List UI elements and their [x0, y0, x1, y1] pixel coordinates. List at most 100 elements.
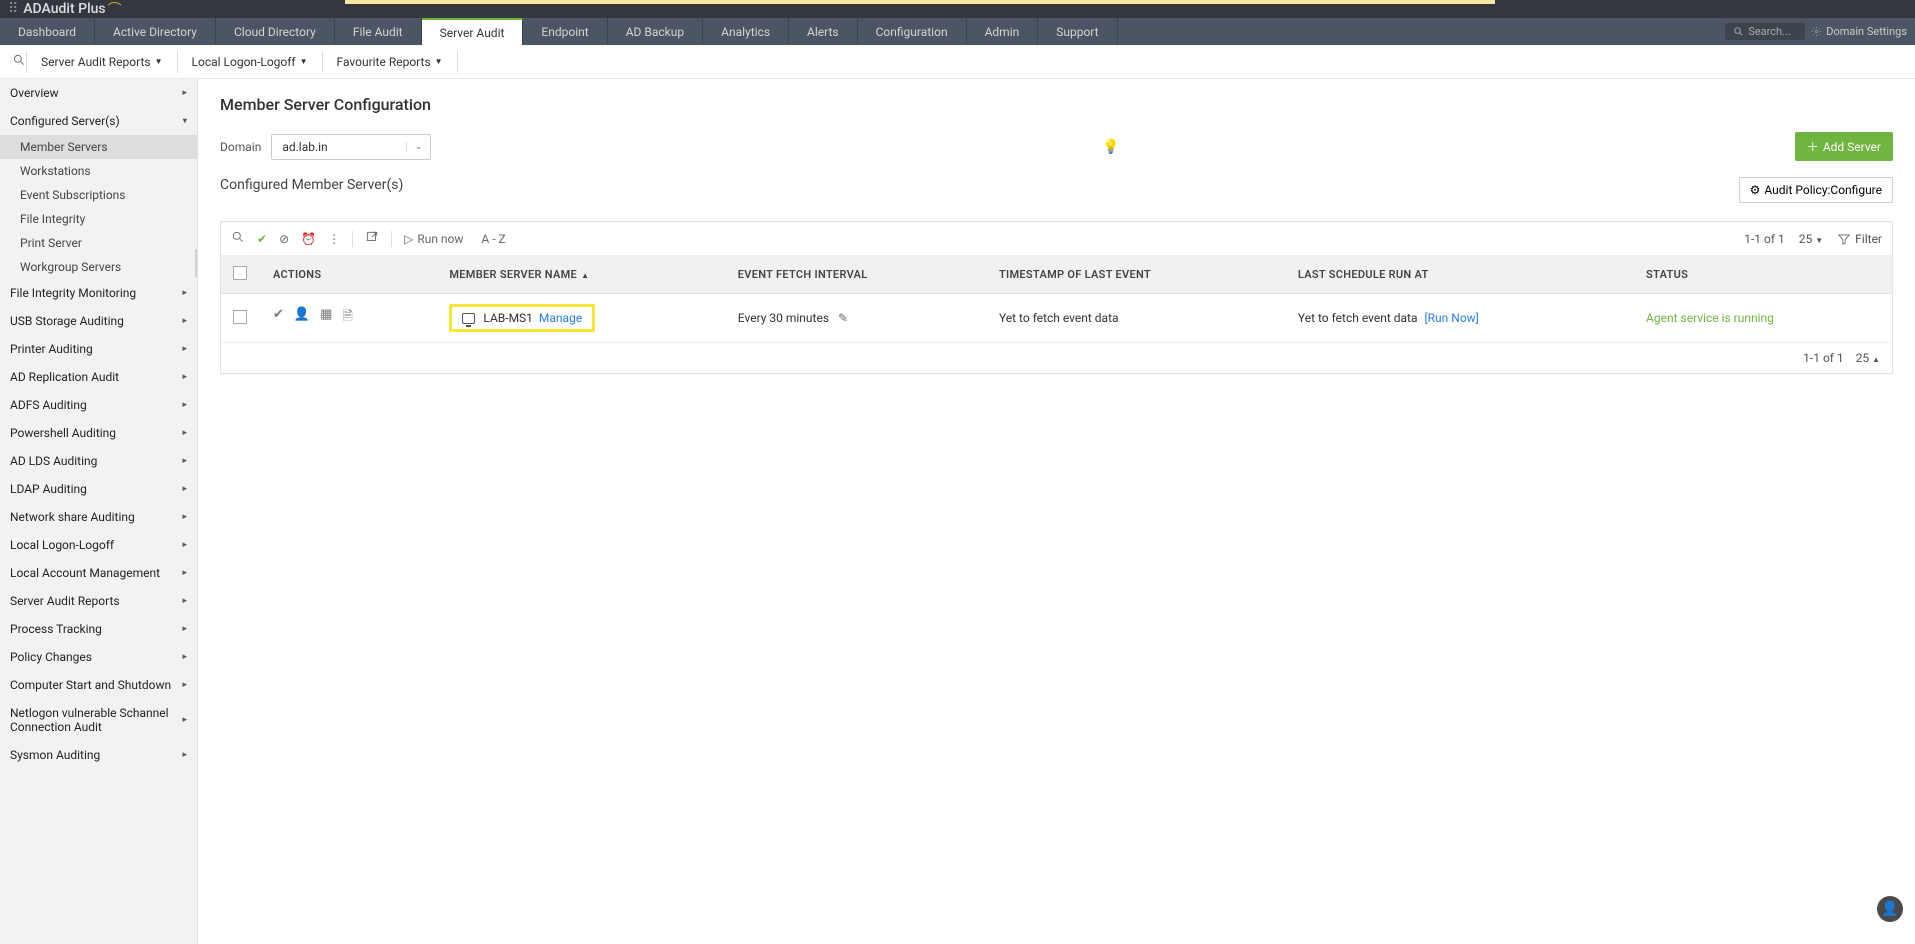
sidebar-subitem-file-integrity[interactable]: File Integrity — [0, 207, 197, 231]
main-nav: Dashboard Active Directory Cloud Directo… — [0, 18, 1915, 45]
nav-tab-alerts[interactable]: Alerts — [789, 18, 858, 45]
caret-up-icon: ▲ — [1872, 355, 1880, 364]
sort-asc-icon: ▲ — [581, 271, 589, 280]
block-icon[interactable]: ⊘ — [279, 232, 289, 246]
search-placeholder: Search... — [1748, 25, 1791, 38]
secondary-search-icon[interactable] — [12, 53, 26, 71]
hint-icon[interactable]: 💡 — [1102, 139, 1119, 155]
chevron-right-icon: ▸ — [182, 484, 187, 494]
col-timestamp[interactable]: TIMESTAMP OF LAST EVENT — [987, 256, 1286, 294]
sidebar-subitem-print-server[interactable]: Print Server — [0, 231, 197, 255]
server-name-highlighted: LAB-MS1 Manage — [449, 304, 595, 332]
check-circle-icon[interactable]: ✔ — [257, 232, 267, 246]
local-logon-logoff-dropdown[interactable]: Local Logon-Logoff▼ — [178, 51, 322, 73]
more-icon[interactable]: ⋮ — [328, 232, 340, 246]
sidebar-item-adfs-auditing[interactable]: ADFS Auditing▸ — [0, 391, 197, 419]
nav-tab-configuration[interactable]: Configuration — [858, 18, 967, 45]
content-area: Member Server Configuration Domain ad.la… — [198, 79, 1915, 944]
details-icon[interactable]: ▦ — [320, 307, 332, 329]
caret-down-icon: ▼ — [155, 57, 163, 66]
favourite-reports-dropdown[interactable]: Favourite Reports▼ — [323, 51, 457, 73]
col-schedule[interactable]: LAST SCHEDULE RUN AT — [1286, 256, 1634, 294]
sidebar-item-overview[interactable]: Overview▸ — [0, 79, 197, 107]
filter-icon — [1837, 232, 1851, 246]
sidebar-item-computer-start-and-shutdown[interactable]: Computer Start and Shutdown▸ — [0, 671, 197, 699]
sidebar-item-configured-server-s-[interactable]: Configured Server(s)▸ — [0, 107, 197, 135]
domain-select[interactable]: ad.lab.in ⌄ — [271, 134, 431, 160]
filter-button[interactable]: Filter — [1837, 232, 1882, 246]
clock-icon[interactable]: ⏰ — [301, 232, 316, 246]
nav-tab-admin[interactable]: Admin — [967, 18, 1039, 45]
schedule-value: Yet to fetch event data — [1298, 311, 1418, 325]
sidebar-item-netlogon-vulnerable-schannel-connection-audit[interactable]: Netlogon vulnerable Schannel Connection … — [0, 699, 197, 741]
nav-tab-file-audit[interactable]: File Audit — [335, 18, 422, 45]
sidebar-item-ad-lds-auditing[interactable]: AD LDS Auditing▸ — [0, 447, 197, 475]
nav-tab-cloud-directory[interactable]: Cloud Directory — [216, 18, 335, 45]
nav-tab-ad-backup[interactable]: AD Backup — [608, 18, 703, 45]
page-size-dropdown-bottom[interactable]: 25 ▲ — [1856, 351, 1880, 365]
gear-icon: ⚙ — [1750, 183, 1761, 197]
page-size-dropdown-top[interactable]: 25 ▼ — [1799, 232, 1823, 246]
help-fab[interactable]: 👤 — [1877, 896, 1903, 922]
caret-down-icon: ▼ — [1815, 236, 1823, 245]
status-ok-icon[interactable]: ✔ — [273, 307, 284, 329]
chevron-right-icon: ▸ — [182, 88, 187, 98]
sidebar-subitem-member-servers[interactable]: Member Servers — [0, 135, 197, 159]
sidebar-item-powershell-auditing[interactable]: Powershell Auditing▸ — [0, 419, 197, 447]
sidebar-item-printer-auditing[interactable]: Printer Auditing▸ — [0, 335, 197, 363]
sidebar-item-local-logon-logoff[interactable]: Local Logon-Logoff▸ — [0, 531, 197, 559]
nav-tab-endpoint[interactable]: Endpoint — [523, 18, 607, 45]
domain-value: ad.lab.in — [282, 140, 327, 154]
global-search[interactable]: Search... — [1725, 23, 1805, 40]
apps-grid-icon[interactable]: ⠿ — [8, 1, 15, 17]
select-all-checkbox[interactable] — [233, 266, 247, 280]
sidebar-subitem-workgroup-servers[interactable]: Workgroup Servers — [0, 255, 197, 279]
col-interval[interactable]: EVENT FETCH INTERVAL — [726, 256, 987, 294]
sidebar-collapse-handle[interactable] — [195, 249, 198, 277]
nav-tab-active-directory[interactable]: Active Directory — [95, 18, 216, 45]
chevron-right-icon: ▸ — [182, 288, 187, 298]
sidebar-item-ldap-auditing[interactable]: LDAP Auditing▸ — [0, 475, 197, 503]
manage-link[interactable]: Manage — [539, 311, 582, 325]
sidebar-item-server-audit-reports[interactable]: Server Audit Reports▸ — [0, 587, 197, 615]
chevron-right-icon: ▸ — [182, 540, 187, 550]
chevron-right-icon: ▸ — [182, 344, 187, 354]
sidebar-item-ad-replication-audit[interactable]: AD Replication Audit▸ — [0, 363, 197, 391]
sort-az-link[interactable]: A - Z — [481, 232, 505, 246]
export-icon[interactable] — [365, 230, 379, 247]
sidebar-subitem-event-subscriptions[interactable]: Event Subscriptions — [0, 183, 197, 207]
col-status[interactable]: STATUS — [1634, 256, 1892, 294]
server-name: LAB-MS1 — [483, 311, 533, 325]
sidebar-item-file-integrity-monitoring[interactable]: File Integrity Monitoring▸ — [0, 279, 197, 307]
domain-settings-link[interactable]: Domain Settings — [1811, 25, 1907, 38]
nav-tab-analytics[interactable]: Analytics — [703, 18, 789, 45]
sidebar-item-process-tracking[interactable]: Process Tracking▸ — [0, 615, 197, 643]
nav-tab-server-audit[interactable]: Server Audit — [422, 18, 524, 45]
row-checkbox[interactable] — [233, 310, 247, 324]
edit-icon[interactable]: ✎ — [838, 311, 848, 325]
user-add-icon[interactable]: 👤 — [294, 307, 310, 329]
gear-icon — [1811, 26, 1822, 37]
search-icon — [1733, 26, 1744, 37]
run-now-link[interactable]: ▷ Run now — [404, 232, 463, 246]
audit-policy-configure-button[interactable]: ⚙ Audit Policy:Configure — [1739, 177, 1893, 203]
nav-tab-support[interactable]: Support — [1038, 18, 1117, 45]
run-now-row-link[interactable]: [Run Now] — [1424, 311, 1478, 325]
play-icon: ▷ — [404, 232, 413, 246]
server-audit-reports-dropdown[interactable]: Server Audit Reports▼ — [27, 51, 177, 73]
nav-tab-dashboard[interactable]: Dashboard — [0, 18, 95, 45]
chevron-right-icon: ▸ — [182, 568, 187, 578]
plus-icon: ＋ — [1807, 138, 1819, 155]
sidebar-item-network-share-auditing[interactable]: Network share Auditing▸ — [0, 503, 197, 531]
add-server-button[interactable]: ＋ Add Server — [1795, 132, 1893, 161]
sidebar-item-local-account-management[interactable]: Local Account Management▸ — [0, 559, 197, 587]
col-server-name[interactable]: MEMBER SERVER NAME▲ — [437, 256, 725, 294]
sidebar-item-sysmon-auditing[interactable]: Sysmon Auditing▸ — [0, 741, 197, 769]
sidebar-subitem-workstations[interactable]: Workstations — [0, 159, 197, 183]
sidebar-item-usb-storage-auditing[interactable]: USB Storage Auditing▸ — [0, 307, 197, 335]
notification-banner — [345, 0, 1495, 4]
sidebar-item-policy-changes[interactable]: Policy Changes▸ — [0, 643, 197, 671]
search-icon[interactable] — [231, 230, 245, 247]
view-icon[interactable]: 🗎 — [342, 307, 352, 329]
secondary-bar: Server Audit Reports▼ Local Logon-Logoff… — [0, 45, 1915, 79]
